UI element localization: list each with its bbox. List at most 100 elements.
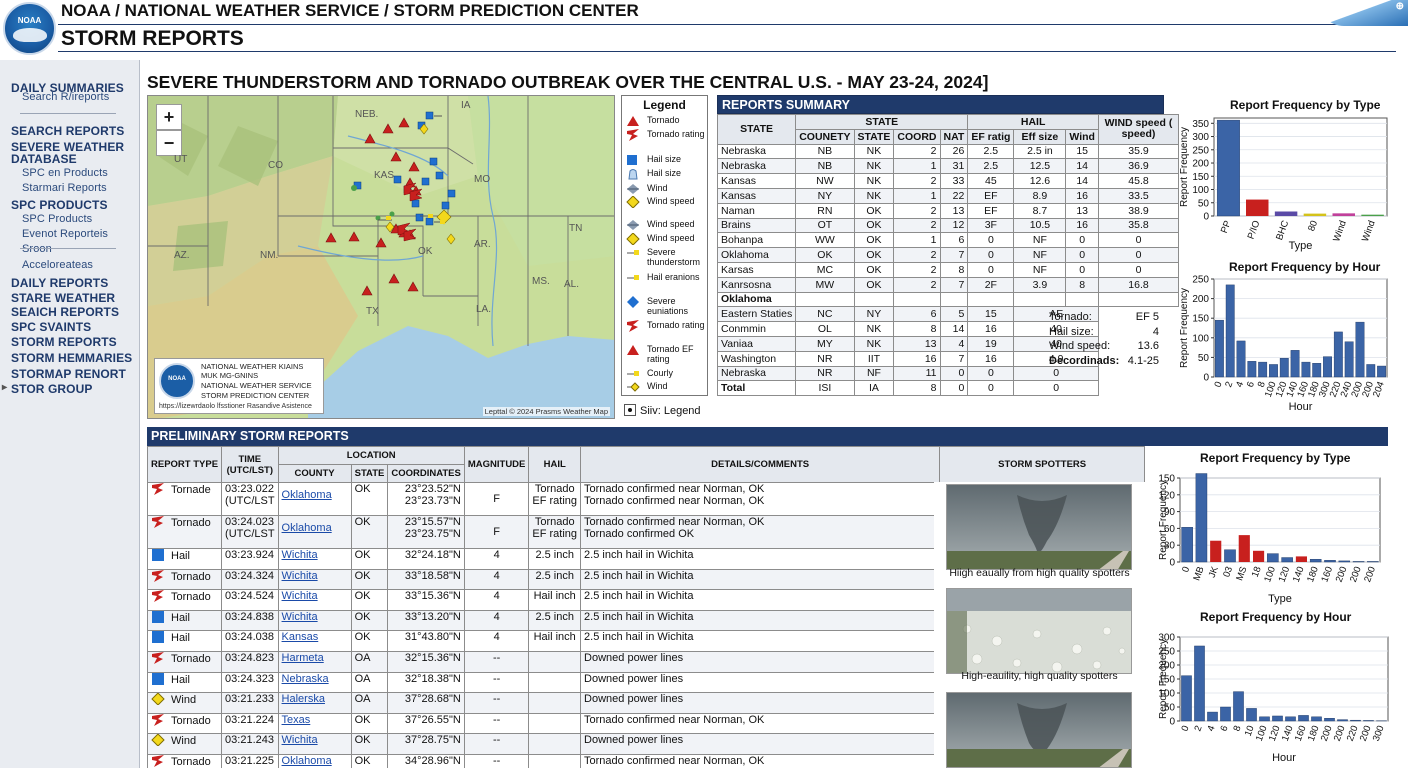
- sidebar-item[interactable]: Starmari Reports: [22, 182, 107, 194]
- table-row[interactable]: Oklahoma OK OK 2 7 0 NF 0 0: [716, 247, 1179, 263]
- column-header: COORD: [893, 128, 941, 145]
- column-header: Eff size: [1013, 128, 1067, 145]
- table-cell: 16: [1065, 187, 1099, 204]
- globe-icon: ⊕: [1395, 1, 1404, 12]
- magnitude-cell: --: [463, 692, 530, 714]
- hail-cell: [528, 692, 582, 714]
- sidebar-item[interactable]: Acceloreateas: [22, 259, 93, 271]
- zoom-out-button[interactable]: −: [156, 130, 182, 156]
- magnitude-cell: 4: [463, 630, 530, 652]
- table-row[interactable]: Karsas MC OK 2 8 0 NF 0 0: [716, 261, 1179, 278]
- y-axis-label: Report Frequency: [1179, 288, 1190, 368]
- county-link[interactable]: Oklahoma: [282, 489, 332, 501]
- sidebar-item[interactable]: SPC SVAINTS: [11, 320, 91, 334]
- details-cell: Downed power lines: [580, 671, 941, 694]
- county-link[interactable]: Nebraska: [282, 673, 329, 685]
- storm-map[interactable]: + − NEB. IA UT CO KAS MO AZ. NM. OK AR. …: [147, 95, 615, 419]
- table-cell: 2: [893, 173, 941, 189]
- tornado-photo[interactable]: [946, 692, 1132, 768]
- county-link[interactable]: Wichita: [282, 611, 318, 623]
- sidebar-item[interactable]: SPC en Products: [22, 167, 108, 179]
- sidebar-item[interactable]: DATABASE: [11, 152, 77, 166]
- sidebar-item[interactable]: STORM HEMMARIES: [11, 351, 132, 365]
- x-tick-label: 300: [1371, 724, 1387, 743]
- table-cell: 2: [893, 143, 941, 160]
- table-cell: 2: [893, 276, 941, 293]
- sidebar-item[interactable]: STORMAP RENORT: [11, 367, 126, 381]
- bar: [1285, 716, 1296, 722]
- details-text: Tornado confirmed OK: [584, 528, 695, 540]
- county-link[interactable]: Wichita: [282, 734, 318, 746]
- table-row[interactable]: Kansas NW NK 2 33 45 12.6 14 45.8: [716, 173, 1179, 189]
- time-value: 03:23.924: [225, 549, 274, 561]
- coordinate: 23°23.52"N: [404, 483, 461, 495]
- table-cell: OT: [795, 217, 855, 234]
- sidebar-item[interactable]: STOR GROUP: [2, 382, 92, 396]
- sidebar-item[interactable]: SEAICH REPORTS: [11, 305, 119, 319]
- bar: [1267, 553, 1279, 563]
- sidebar-item[interactable]: Evenot Reporteis: [22, 228, 108, 240]
- details-text: 2.5 inch hail in Wichita: [584, 590, 694, 603]
- map-note-url[interactable]: https://lizewrdaolo lfsstioner Rasandive…: [159, 403, 312, 410]
- state-label: TX: [366, 306, 379, 317]
- x-tick-label: 120: [1277, 565, 1293, 584]
- sidebar-item[interactable]: DAILY REPORTS: [11, 276, 108, 290]
- noaa-logo[interactable]: NOAA: [3, 2, 56, 55]
- bar: [1274, 211, 1298, 216]
- county-link[interactable]: Wichita: [282, 590, 318, 602]
- county-link[interactable]: Kansas: [282, 631, 319, 643]
- table-row[interactable]: Kanrsosna MW OK 2 7 2F 3.9 8 16.8: [716, 276, 1179, 293]
- county-link[interactable]: Oklahoma: [282, 755, 332, 767]
- county-link[interactable]: Halerska: [282, 693, 325, 705]
- table-cell: 0: [1013, 380, 1099, 397]
- table-row[interactable]: Nebraska NB NK 1 31 2.5 12.5 14 36.9: [716, 158, 1179, 175]
- magnitude-cell: 4: [463, 568, 530, 591]
- tornado-photo[interactable]: [946, 484, 1132, 570]
- sidebar-item[interactable]: Sroon: [22, 243, 52, 255]
- site-header: NOAA NOAA / NATIONAL WEATHER SERVICE / S…: [0, 0, 1408, 56]
- sidebar-item[interactable]: SEARCH REPORTS: [11, 124, 124, 138]
- table-cell: NK: [853, 187, 895, 204]
- table-row[interactable]: Nebraska NB NK 2 26 2.5 2.5 in 15 35.9: [716, 143, 1179, 160]
- county-cell: Kansas: [277, 630, 352, 652]
- zoom-in-button[interactable]: +: [156, 104, 182, 130]
- state-label: UT: [174, 154, 188, 165]
- state-cell: OK: [350, 753, 389, 768]
- table-row[interactable]: Kansas NY NK 1 22 EF 8.9 16 33.5: [716, 187, 1179, 204]
- table-cell: 7: [939, 276, 969, 293]
- table-group-row: Oklahoma: [716, 291, 1179, 308]
- table-cell: NC: [795, 306, 855, 323]
- radio-icon[interactable]: [624, 404, 636, 416]
- table-row[interactable]: Bohanpa WW OK 1 6 0 NF 0 0: [716, 232, 1179, 249]
- sidebar-item[interactable]: Search R/ireports: [22, 91, 109, 103]
- sidebar-item[interactable]: STARE WEATHER: [11, 291, 115, 305]
- table-cell: NB: [795, 158, 855, 175]
- state-label: AL.: [564, 279, 580, 290]
- page-title: SEVERE THUNDERSTORM AND TORNADO OUTBREAK…: [147, 72, 989, 92]
- legend-toggle[interactable]: Siiv: Legend: [624, 404, 701, 417]
- hail-photo[interactable]: [946, 588, 1132, 674]
- table-cell: Nebraska: [716, 158, 797, 175]
- y-tick-label: 100: [1192, 333, 1209, 344]
- table-cell: 0: [967, 232, 1015, 249]
- column-header: MAGNITUDE: [463, 446, 530, 483]
- coordinates-cell: 34°28.96"N: [387, 753, 465, 768]
- county-link[interactable]: Wichita: [282, 549, 318, 561]
- county-link[interactable]: Wichita: [282, 570, 318, 582]
- sidebar-item[interactable]: STORM REPORTS: [11, 335, 117, 349]
- table-cell: 14: [939, 321, 969, 337]
- wind-icon: [151, 734, 165, 747]
- county-link[interactable]: Texas: [282, 714, 311, 726]
- table-row[interactable]: Naman RN OK 2 13 EF 8.7 13 38.9: [716, 202, 1179, 219]
- table-row[interactable]: Brains OT OK 2 12 3F 10.5 16 35.8: [716, 217, 1179, 234]
- table-cell: 3.9: [1013, 276, 1067, 293]
- sidebar-item[interactable]: SPC Products: [22, 213, 92, 225]
- details-text: 2.5 inch hail in Wichita: [584, 569, 694, 582]
- state-cell: OK: [350, 515, 389, 549]
- county-link[interactable]: Harmeta: [282, 652, 324, 664]
- x-tick-label: P/IO: [1246, 219, 1263, 241]
- column-header: STATE: [795, 114, 969, 130]
- sidebar-item[interactable]: SPC PRODUCTS: [11, 198, 108, 212]
- county-link[interactable]: Oklahoma: [282, 522, 332, 534]
- column-header: HAIL: [528, 446, 582, 483]
